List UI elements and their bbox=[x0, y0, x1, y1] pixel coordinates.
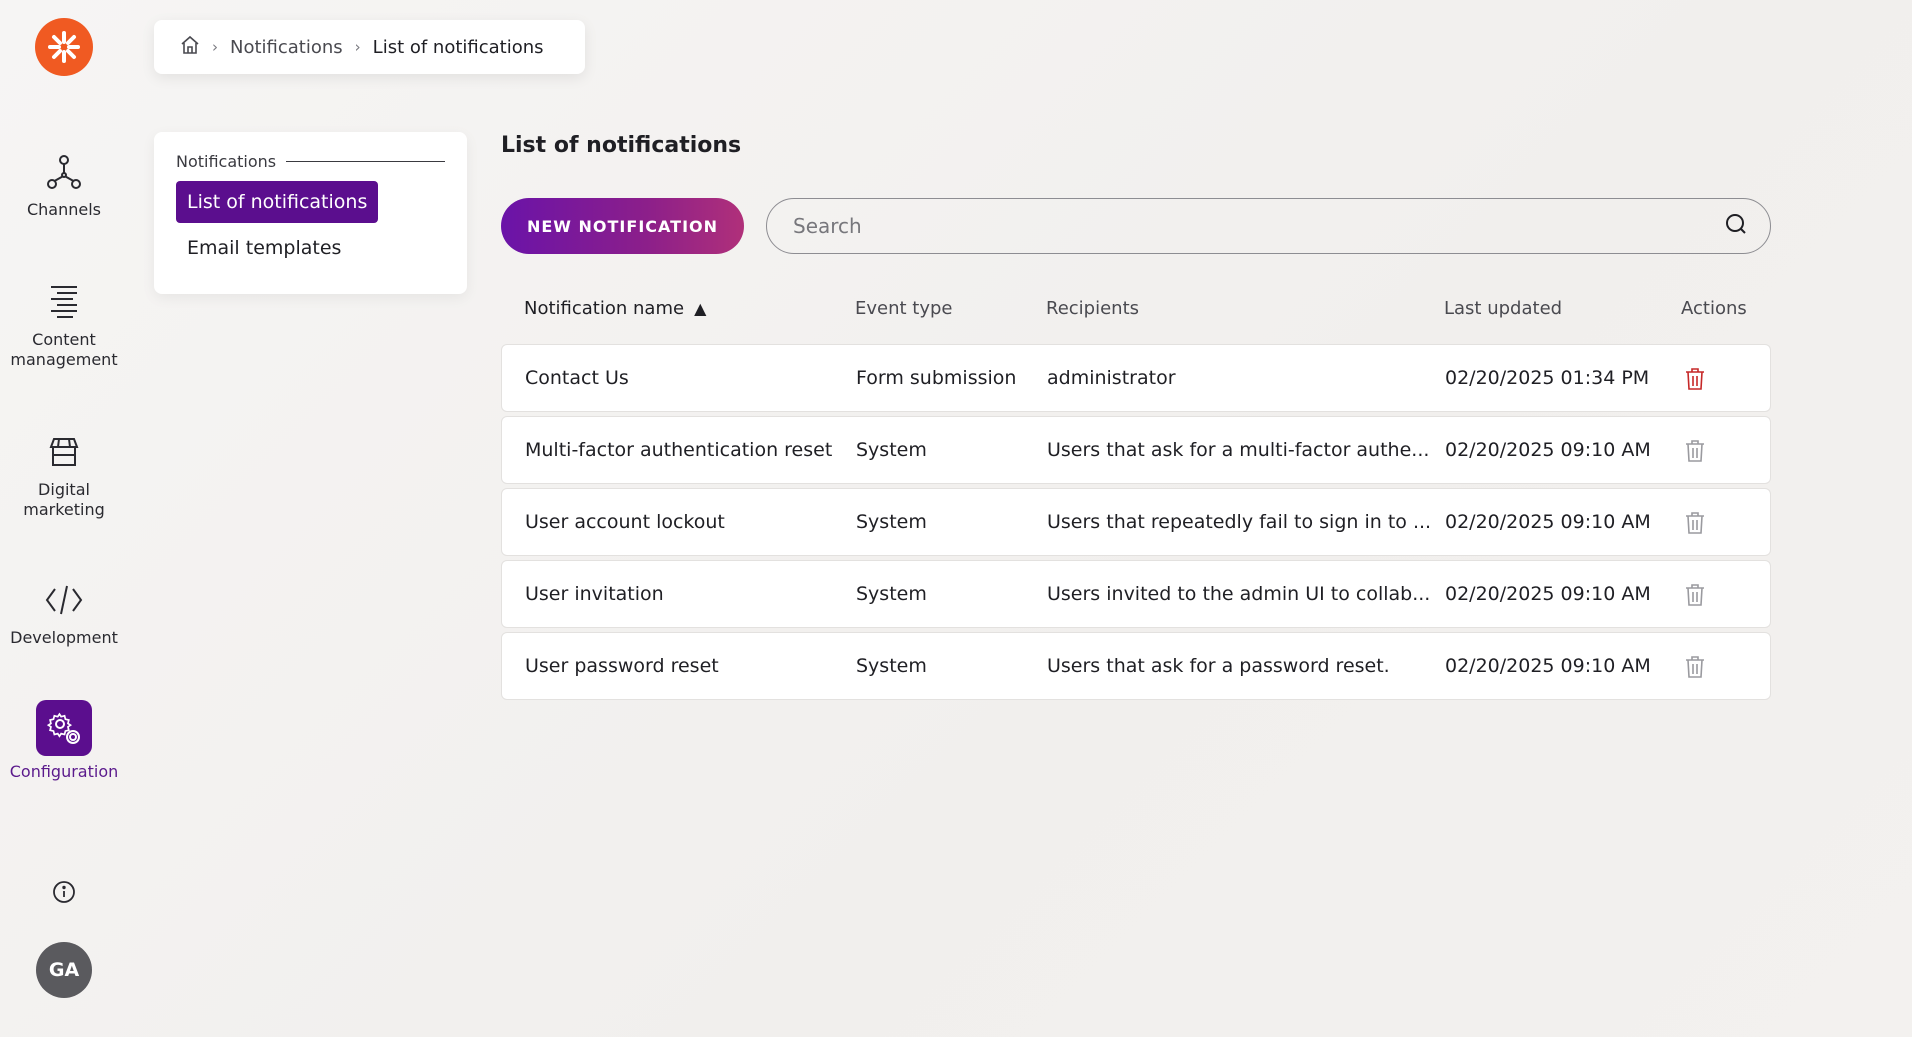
store-icon bbox=[40, 428, 88, 476]
recipients: Users that repeatedly fail to sign in to… bbox=[1047, 511, 1432, 533]
trash-icon bbox=[1682, 581, 1708, 609]
column-header-last-updated[interactable]: Last updated bbox=[1444, 298, 1562, 319]
avatar[interactable]: GA bbox=[36, 942, 92, 998]
app-root: Channels Content management Digital mark… bbox=[0, 0, 1912, 1037]
rail-label-content-management: Content management bbox=[10, 330, 118, 369]
rail-item-digital-marketing[interactable]: Digital marketing bbox=[0, 428, 128, 520]
gear-icon bbox=[36, 700, 92, 756]
rail-item-channels[interactable]: Channels bbox=[0, 148, 128, 220]
trash-icon bbox=[1682, 509, 1708, 537]
event-type: System bbox=[856, 655, 927, 677]
table-row[interactable]: User password reset System Users that as… bbox=[501, 632, 1771, 700]
breadcrumb-current: List of notifications bbox=[372, 36, 544, 58]
info-button[interactable] bbox=[50, 878, 78, 906]
table-row[interactable]: User account lockout System Users that r… bbox=[501, 488, 1771, 556]
rail-label-channels: Channels bbox=[26, 200, 102, 219]
notification-name[interactable]: Multi-factor authentication reset bbox=[525, 439, 832, 461]
last-updated: 02/20/2025 09:10 AM bbox=[1445, 439, 1651, 461]
search-box bbox=[766, 198, 1771, 254]
rail-label-configuration: Configuration bbox=[9, 762, 119, 781]
subnav-heading: Notifications bbox=[176, 152, 445, 171]
code-icon bbox=[40, 576, 88, 624]
recipients: Users that ask for a password reset. bbox=[1047, 655, 1390, 677]
logo[interactable] bbox=[35, 18, 93, 76]
column-header-event-type[interactable]: Event type bbox=[855, 298, 953, 319]
page-title: List of notifications bbox=[501, 133, 742, 158]
recipients: administrator bbox=[1047, 367, 1176, 389]
notification-name[interactable]: Contact Us bbox=[525, 367, 629, 389]
event-type: Form submission bbox=[856, 367, 1017, 389]
event-type: System bbox=[856, 583, 927, 605]
recipients: Users that ask for a multi-factor authe.… bbox=[1047, 439, 1430, 461]
breadcrumb-notifications[interactable]: Notifications bbox=[230, 37, 343, 58]
search-input[interactable] bbox=[793, 214, 1724, 238]
trash-icon[interactable] bbox=[1682, 365, 1708, 393]
table-row[interactable]: Multi-factor authentication reset System… bbox=[501, 416, 1771, 484]
breadcrumb: › Notifications › List of notifications bbox=[154, 20, 585, 74]
logo-icon bbox=[48, 31, 80, 63]
notification-name[interactable]: User password reset bbox=[525, 655, 719, 677]
new-notification-button[interactable]: NEW NOTIFICATION bbox=[501, 198, 744, 254]
column-header-actions: Actions bbox=[1681, 298, 1747, 319]
subnav-heading-label: Notifications bbox=[176, 152, 277, 171]
chevron-right-icon: › bbox=[354, 38, 361, 56]
last-updated: 02/20/2025 09:10 AM bbox=[1445, 511, 1651, 533]
event-type: System bbox=[856, 439, 927, 461]
rail-item-configuration[interactable]: Configuration bbox=[0, 700, 128, 782]
notification-name[interactable]: User account lockout bbox=[525, 511, 725, 533]
last-updated: 02/20/2025 09:10 AM bbox=[1445, 655, 1651, 677]
table-row[interactable]: Contact Us Form submission administrator… bbox=[501, 344, 1771, 412]
table-header: Notification name ▲ Event type Recipients… bbox=[501, 290, 1771, 330]
chevron-right-icon: › bbox=[212, 38, 218, 56]
rail-label-development: Development bbox=[10, 628, 118, 647]
recipients: Users invited to the admin UI to collab.… bbox=[1047, 583, 1431, 605]
divider bbox=[286, 161, 445, 162]
notification-name[interactable]: User invitation bbox=[525, 583, 664, 605]
subnav-item-list-of-notifications[interactable]: List of notifications bbox=[176, 181, 379, 223]
channels-icon bbox=[40, 148, 88, 196]
home-icon[interactable] bbox=[180, 35, 200, 60]
table-row[interactable]: User invitation System Users invited to … bbox=[501, 560, 1771, 628]
rail-item-development[interactable]: Development bbox=[0, 576, 128, 648]
notifications-table: Contact Us Form submission administrator… bbox=[501, 344, 1771, 704]
trash-icon bbox=[1682, 437, 1708, 465]
event-type: System bbox=[856, 511, 927, 533]
subnav-item-email-templates[interactable]: Email templates bbox=[176, 227, 352, 269]
column-header-notification-name[interactable]: Notification name ▲ bbox=[524, 298, 706, 319]
last-updated: 02/20/2025 01:34 PM bbox=[1445, 367, 1650, 389]
search-icon[interactable] bbox=[1724, 212, 1748, 240]
rail-label-digital-marketing: Digital marketing bbox=[23, 480, 105, 519]
column-header-label: Notification name bbox=[524, 298, 685, 319]
content-icon bbox=[40, 278, 88, 326]
last-updated: 02/20/2025 09:10 AM bbox=[1445, 583, 1651, 605]
column-header-recipients[interactable]: Recipients bbox=[1046, 298, 1139, 319]
notifications-subnav: Notifications List of notifications Emai… bbox=[154, 132, 467, 294]
rail-item-content-management[interactable]: Content management bbox=[0, 278, 128, 370]
left-rail: Channels Content management Digital mark… bbox=[0, 0, 128, 1037]
sort-ascending-icon: ▲ bbox=[694, 299, 707, 318]
trash-icon bbox=[1682, 653, 1708, 681]
info-icon bbox=[53, 881, 75, 903]
